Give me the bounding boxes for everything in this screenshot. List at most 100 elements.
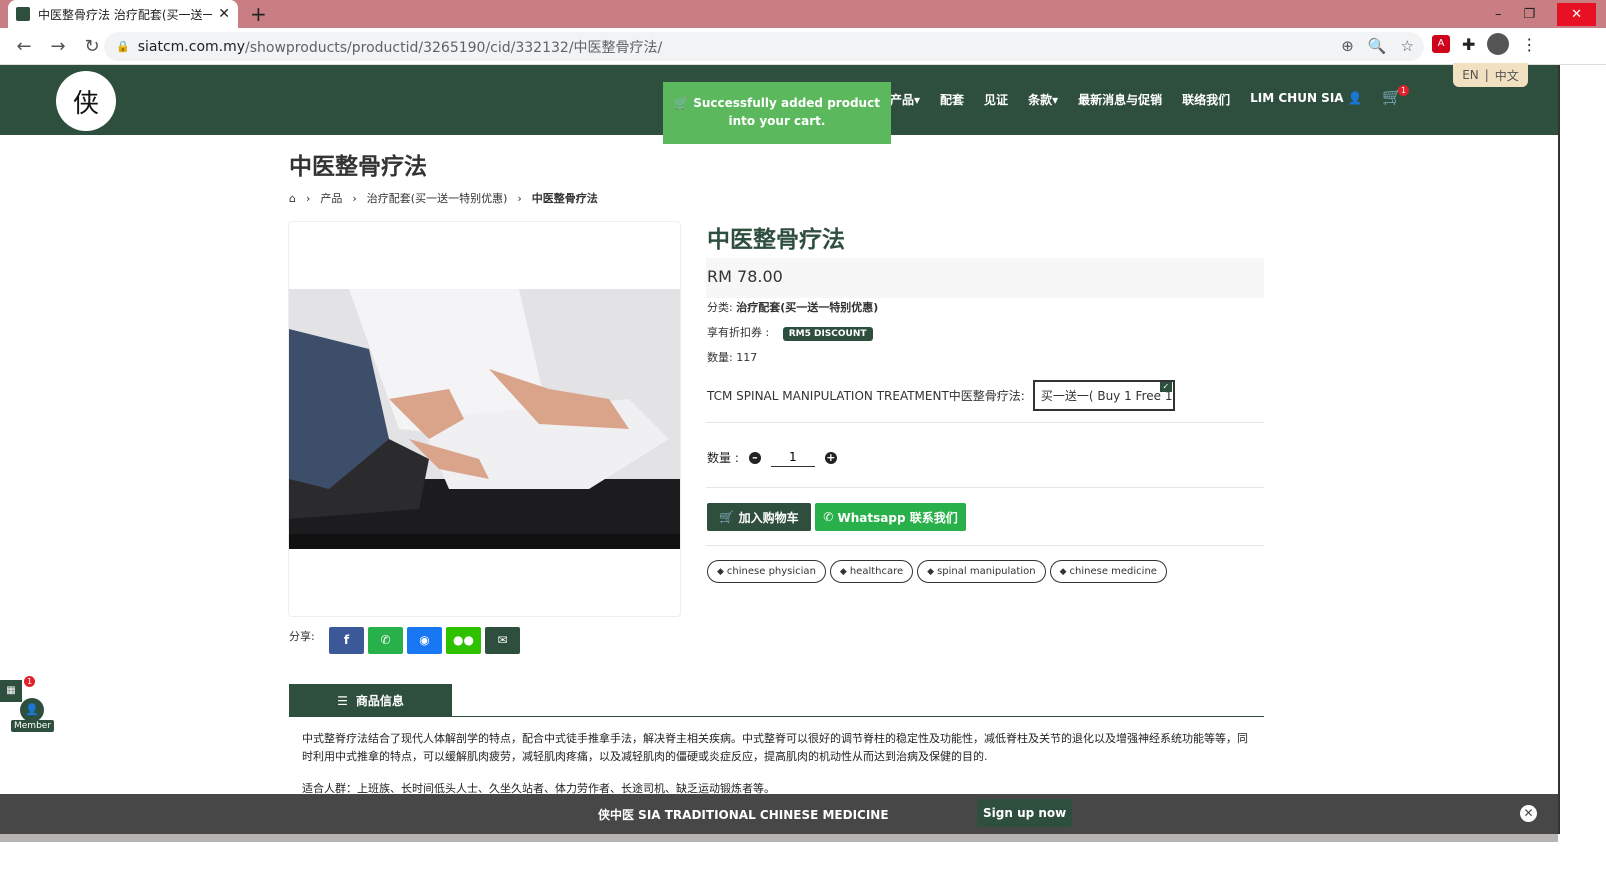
nav-packages[interactable]: 配套 — [940, 91, 964, 108]
stock-row: 数量: 117 — [707, 349, 757, 365]
os-taskbar — [0, 834, 1606, 892]
lang-zh[interactable]: 中文 — [1495, 67, 1519, 84]
window-close-icon[interactable]: ✕ — [1557, 2, 1596, 26]
email-icon: ✉ — [497, 633, 508, 647]
lang-en[interactable]: EN — [1462, 68, 1479, 82]
member-count-badge: 1 — [24, 676, 35, 687]
wechat-share-button[interactable]: ●● — [446, 627, 481, 654]
whatsapp-label: Whatsapp 联系我们 — [837, 510, 958, 525]
nav-testimonials[interactable]: 见证 — [984, 91, 1008, 108]
browser-tab[interactable]: 中医整骨疗法 治疗配套(买一送一 ✕ — [8, 0, 238, 28]
wechat-icon: ●● — [453, 633, 474, 647]
address-bar[interactable]: 🔒 siatcm.com.my/showproducts/productid/3… — [104, 32, 1424, 61]
browser-toolbar: ← → ↻ 🔒 siatcm.com.my/showproducts/produ… — [0, 28, 1606, 65]
nav-products[interactable]: 产品▾ — [890, 91, 920, 108]
minimize-icon[interactable]: – — [1495, 7, 1502, 22]
forward-icon[interactable]: → — [48, 36, 68, 57]
nav-news[interactable]: 最新消息与促销 — [1078, 91, 1162, 108]
price-box: RM 78.00 — [706, 258, 1264, 298]
tag-chip[interactable]: ◆ spinal manipulation — [917, 560, 1046, 583]
variant-row: TCM SPINAL MANIPULATION TREATMENT中医整骨疗法:… — [707, 380, 1175, 411]
add-to-cart-button[interactable]: 🛒 加入购物车 — [707, 503, 811, 531]
url-path: /showproducts/productid/3265190/cid/3321… — [245, 39, 663, 56]
nav-user[interactable]: LIM CHUN SIA 👤 — [1250, 91, 1363, 108]
bookmark-star-icon[interactable]: ☆ — [1401, 37, 1414, 55]
back-icon[interactable]: ← — [14, 36, 34, 57]
minus-icon[interactable]: – — [748, 451, 761, 464]
cart-icon[interactable]: 🛒 1 — [1382, 85, 1409, 106]
cart-icon: 🛒 — [719, 510, 735, 524]
variant-selected-value: 买一送一( Buy 1 Free 1) — [1040, 389, 1175, 403]
nav-terms[interactable]: 条款▾ — [1028, 91, 1058, 108]
nav-user-name: LIM CHUN SIA — [1250, 91, 1344, 105]
divider — [706, 545, 1264, 546]
share-buttons: f ✆ ◉ ●● ✉ — [329, 627, 520, 654]
profile-avatar-icon[interactable] — [1487, 33, 1510, 55]
chevron-right-icon: › — [517, 191, 522, 205]
new-tab-icon[interactable]: + — [250, 2, 267, 26]
install-icon[interactable]: ⊕ — [1341, 37, 1354, 55]
quantity-row: 数量 : – + — [707, 448, 837, 467]
quantity-input[interactable] — [770, 448, 815, 467]
lang-separator: | — [1484, 68, 1489, 82]
tab-underline — [289, 716, 1264, 717]
messenger-share-button[interactable]: ◉ — [407, 627, 442, 654]
product-price: RM 78.00 — [707, 267, 783, 286]
lock-icon: 🔒 — [116, 40, 130, 53]
quantity-label: 数量 : — [707, 451, 739, 465]
whatsapp-button[interactable]: ✆ Whatsapp 联系我们 — [815, 503, 966, 531]
reload-icon[interactable]: ↻ — [82, 36, 102, 57]
category-label: 分类: — [707, 301, 733, 314]
category-link[interactable]: 治疗配套(买一送一特别优惠) — [736, 301, 878, 314]
signup-bar-text: 侠中医 SIA TRADITIONAL CHINESE MEDICINE — [598, 808, 889, 822]
tag-icon: ◆ — [1059, 567, 1067, 577]
product-description: 中式整脊疗法结合了现代人体解剖学的特点，配合中式徒手推拿手法，解决脊主相关疾病。… — [302, 732, 1248, 763]
tag-chip[interactable]: ◆ chinese medicine — [1049, 560, 1167, 583]
user-icon: 👤 — [1347, 91, 1363, 105]
home-icon[interactable]: ⌂ — [289, 192, 296, 205]
tab-product-info[interactable]: ☰ 商品信息 — [289, 684, 452, 717]
breadcrumb-current: 中医整骨疗法 — [531, 192, 598, 205]
discount-badge[interactable]: RM5 DISCOUNT — [782, 327, 873, 341]
tab-product-info-label: 商品信息 — [355, 694, 404, 708]
breadcrumb: ⌂ › 产品 › 治疗配套(买一送一特别优惠) › 中医整骨疗法 — [289, 190, 598, 206]
breadcrumb-category[interactable]: 治疗配套(买一送一特别优惠) — [367, 190, 508, 206]
breadcrumb-products[interactable]: 产品 — [320, 190, 342, 206]
whatsapp-share-button[interactable]: ✆ — [368, 627, 403, 654]
tag-label: spinal manipulation — [937, 566, 1036, 577]
tag-chip[interactable]: ◆ chinese physician — [707, 560, 826, 583]
stock-label: 数量: — [707, 351, 733, 364]
menu-kebab-icon[interactable]: ⋮ — [1521, 35, 1537, 54]
pdf-extension-icon[interactable]: A — [1432, 35, 1450, 53]
facebook-icon: f — [343, 633, 350, 647]
facebook-share-button[interactable]: f — [329, 627, 364, 654]
tag-chip[interactable]: ◆ healthcare — [829, 560, 914, 583]
signup-button[interactable]: Sign up now — [977, 799, 1073, 827]
plus-icon[interactable]: + — [824, 451, 837, 464]
page-scrollbar[interactable] — [1558, 65, 1560, 835]
extensions-puzzle-icon[interactable]: ✚ — [1462, 35, 1475, 54]
list-icon: ☰ — [337, 693, 348, 708]
grid-icon[interactable]: ▦ — [0, 680, 22, 702]
window-controls: – ❐ ✕ — [1495, 0, 1596, 28]
site-logo[interactable]: 侠 — [56, 71, 116, 131]
nav-contact[interactable]: 联络我们 — [1182, 91, 1230, 108]
zoom-icon[interactable]: 🔍 — [1368, 37, 1387, 55]
checkmark-icon: ✓ — [1159, 382, 1172, 392]
divider — [706, 422, 1264, 423]
email-share-button[interactable]: ✉ — [485, 627, 520, 654]
product-photo[interactable] — [289, 289, 680, 549]
product-title: 中医整骨疗法 — [707, 227, 845, 253]
share-label: 分享: — [289, 630, 315, 643]
signup-bar: 侠中医 SIA TRADITIONAL CHINESE MEDICINE Sig… — [0, 794, 1558, 834]
page-title: 中医整骨疗法 — [289, 154, 427, 180]
variant-select[interactable]: 买一送一( Buy 1 Free 1) ✓ — [1032, 380, 1175, 411]
cart-icon: 🛒 — [674, 96, 689, 110]
close-icon[interactable]: ✕ — [1520, 805, 1537, 822]
tag-icon: ◆ — [839, 567, 847, 577]
tab-close-icon[interactable]: ✕ — [218, 6, 230, 22]
whatsapp-icon: ✆ — [823, 510, 834, 524]
restore-icon[interactable]: ❐ — [1523, 7, 1535, 22]
member-user-icon[interactable]: 👤 — [20, 698, 44, 722]
tag-label: healthcare — [849, 566, 904, 577]
